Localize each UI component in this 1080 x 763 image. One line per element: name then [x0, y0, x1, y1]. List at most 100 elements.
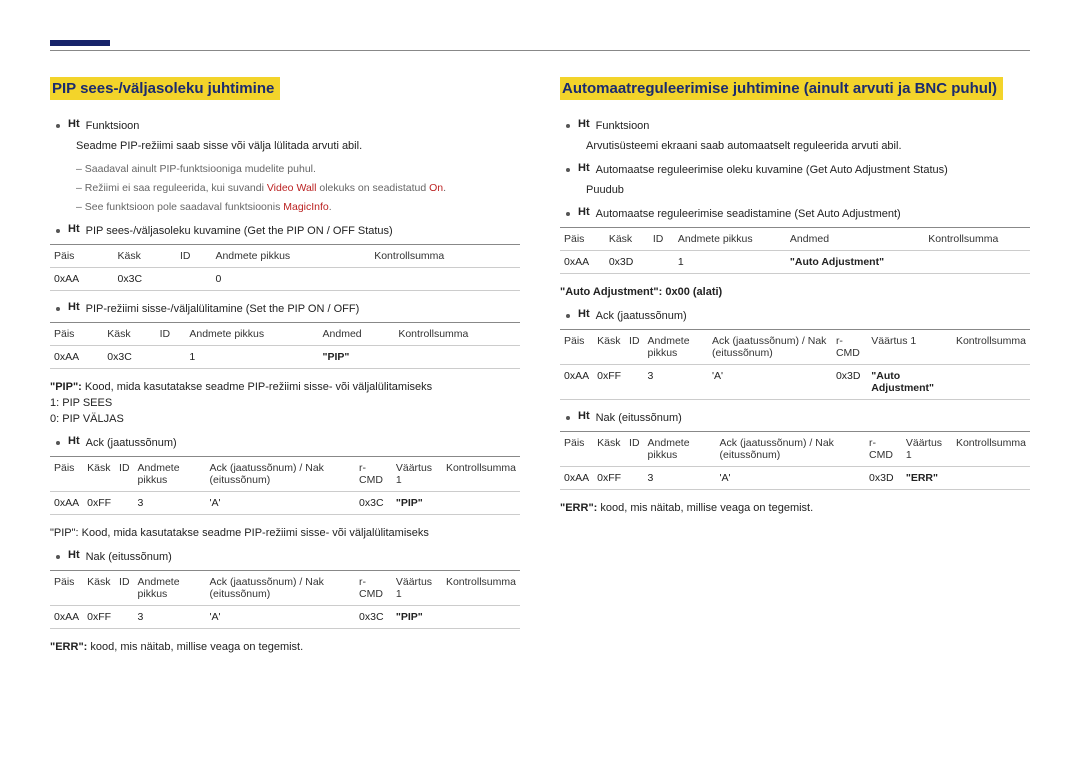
td: 0xAA: [50, 268, 114, 291]
td: "PIP": [392, 492, 442, 515]
label-ht: Ht: [68, 118, 80, 130]
pip-on: 1: PIP SEES: [50, 395, 520, 411]
bullet-icon: [56, 441, 60, 445]
td: 3: [644, 365, 709, 400]
th: Ack (jaatussõnum) / Nak (eitussõnum): [206, 571, 356, 606]
td: 0xFF: [83, 492, 115, 515]
bullet-icon: [56, 124, 60, 128]
th: Kontrollsumma: [952, 330, 1030, 365]
note-1: – Saadaval ainult PIP-funktsiooniga mude…: [76, 162, 520, 177]
left-section-title: PIP sees-/väljasoleku juhtimine: [50, 77, 280, 100]
right-ack-heading: Ht Ack (jaatussõnum): [560, 308, 1030, 324]
th: r-CMD: [865, 432, 902, 467]
td: "Auto Adjustment": [867, 365, 952, 400]
th: Päis: [50, 457, 83, 492]
bullet-icon: [566, 212, 570, 216]
left-table-4: Päis Käsk ID Andmete pikkus Ack (jaatuss…: [50, 570, 520, 629]
label-ht: Ht: [68, 301, 80, 313]
get-none: Puudub: [586, 182, 1030, 198]
ack-text: Ack (jaatussõnum): [596, 308, 687, 324]
th: Käsk: [605, 228, 649, 251]
left-column: PIP sees-/väljasoleku juhtimine Ht Funkt…: [50, 77, 520, 655]
func-text: Funktsioon: [86, 118, 140, 134]
td: 0xAA: [560, 365, 593, 400]
right-table-1: Päis Käsk ID Andmete pikkus Andmed Kontr…: [560, 227, 1030, 274]
set-text: Automaatse reguleerimise seadistamine (S…: [596, 206, 901, 222]
td: [442, 492, 520, 515]
td: 0xAA: [560, 251, 605, 274]
note-block: – Saadaval ainult PIP-funktsiooniga mude…: [76, 162, 520, 215]
right-err-line: "ERR": kood, mis näitab, millise veaga o…: [560, 500, 1030, 516]
th: Kontrollsumma: [442, 571, 520, 606]
right-nak-heading: Ht Nak (eitussõnum): [560, 410, 1030, 426]
td: [649, 251, 674, 274]
td: 0x3C: [114, 268, 176, 291]
th: Käsk: [593, 330, 625, 365]
pip-repeat-line: "PIP": Kood, mida kasutatakse seadme PIP…: [50, 525, 520, 541]
label-ht: Ht: [68, 549, 80, 561]
th: ID: [115, 571, 134, 606]
bullet-icon: [566, 416, 570, 420]
td: 0: [211, 268, 370, 291]
td: "PIP": [319, 346, 395, 369]
td: [952, 467, 1030, 490]
pip-key-line: "PIP": Kood, mida kasutatakse seadme PIP…: [50, 379, 520, 395]
auto-note: "Auto Adjustment": 0x00 (alati): [560, 284, 1030, 300]
left-table-3: Päis Käsk ID Andmete pikkus Ack (jaatuss…: [50, 456, 520, 515]
th: Andmete pikkus: [644, 432, 716, 467]
set-text: PIP-režiimi sisse-/väljalülitamine (Set …: [86, 301, 360, 317]
td: [370, 268, 520, 291]
note-3: – See funktsioon pole saadaval funktsioo…: [76, 200, 520, 215]
td: "ERR": [902, 467, 952, 490]
td: 0x3D: [605, 251, 649, 274]
td: 1: [674, 251, 786, 274]
th: ID: [625, 330, 644, 365]
th: Päis: [50, 245, 114, 268]
th: Kontrollsumma: [924, 228, 1030, 251]
note-2: – Režiimi ei saa reguleerida, kui suvand…: [76, 181, 520, 196]
func-text: Funktsioon: [596, 118, 650, 134]
th: Andmete pikkus: [644, 330, 709, 365]
th: Päis: [50, 571, 83, 606]
th: Andmed: [786, 228, 924, 251]
label-ht: Ht: [578, 206, 590, 218]
right-func-heading: Ht Funktsioon: [560, 118, 1030, 134]
left-set-heading: Ht PIP-režiimi sisse-/väljalülitamine (S…: [50, 301, 520, 317]
th: Päis: [560, 432, 593, 467]
td: 0xAA: [560, 467, 593, 490]
td: 0xFF: [593, 467, 625, 490]
two-column-layout: PIP sees-/väljasoleku juhtimine Ht Funkt…: [50, 77, 1030, 655]
th: Andmete pikkus: [134, 571, 206, 606]
th: Käsk: [103, 323, 155, 346]
td: 'A': [716, 467, 866, 490]
td: 3: [134, 492, 206, 515]
ack-text: Ack (jaatussõnum): [86, 435, 177, 451]
td: 0xAA: [50, 346, 103, 369]
th: ID: [156, 323, 186, 346]
th: Päis: [50, 323, 103, 346]
page: PIP sees-/väljasoleku juhtimine Ht Funkt…: [0, 0, 1080, 695]
bullet-icon: [56, 555, 60, 559]
th: ID: [115, 457, 134, 492]
td: [176, 268, 212, 291]
func-desc: Arvutisüsteemi ekraani saab automaatselt…: [586, 138, 1030, 154]
td: 0xFF: [593, 365, 625, 400]
left-ack-heading: Ht Ack (jaatussõnum): [50, 435, 520, 451]
get-text: Automaatse reguleerimise oleku kuvamine …: [596, 162, 948, 178]
td: 'A': [206, 606, 356, 629]
td: [156, 346, 186, 369]
left-table-1: Päis Käsk ID Andmete pikkus Kontrollsumm…: [50, 244, 520, 291]
th: Kontrollsumma: [442, 457, 520, 492]
th: Andmed: [319, 323, 395, 346]
bullet-icon: [566, 168, 570, 172]
right-get-heading: Ht Automaatse reguleerimise oleku kuvami…: [560, 162, 1030, 178]
right-table-3: Päis Käsk ID Andmete pikkus Ack (jaatuss…: [560, 431, 1030, 490]
td: [115, 492, 134, 515]
nak-text: Nak (eitussõnum): [596, 410, 682, 426]
th: Väärtus 1: [392, 457, 442, 492]
pip-off: 0: PIP VÄLJAS: [50, 411, 520, 427]
get-text: PIP sees-/väljasoleku kuvamine (Get the …: [86, 223, 393, 239]
th: Päis: [560, 228, 605, 251]
th: Päis: [560, 330, 593, 365]
td: 3: [134, 606, 206, 629]
